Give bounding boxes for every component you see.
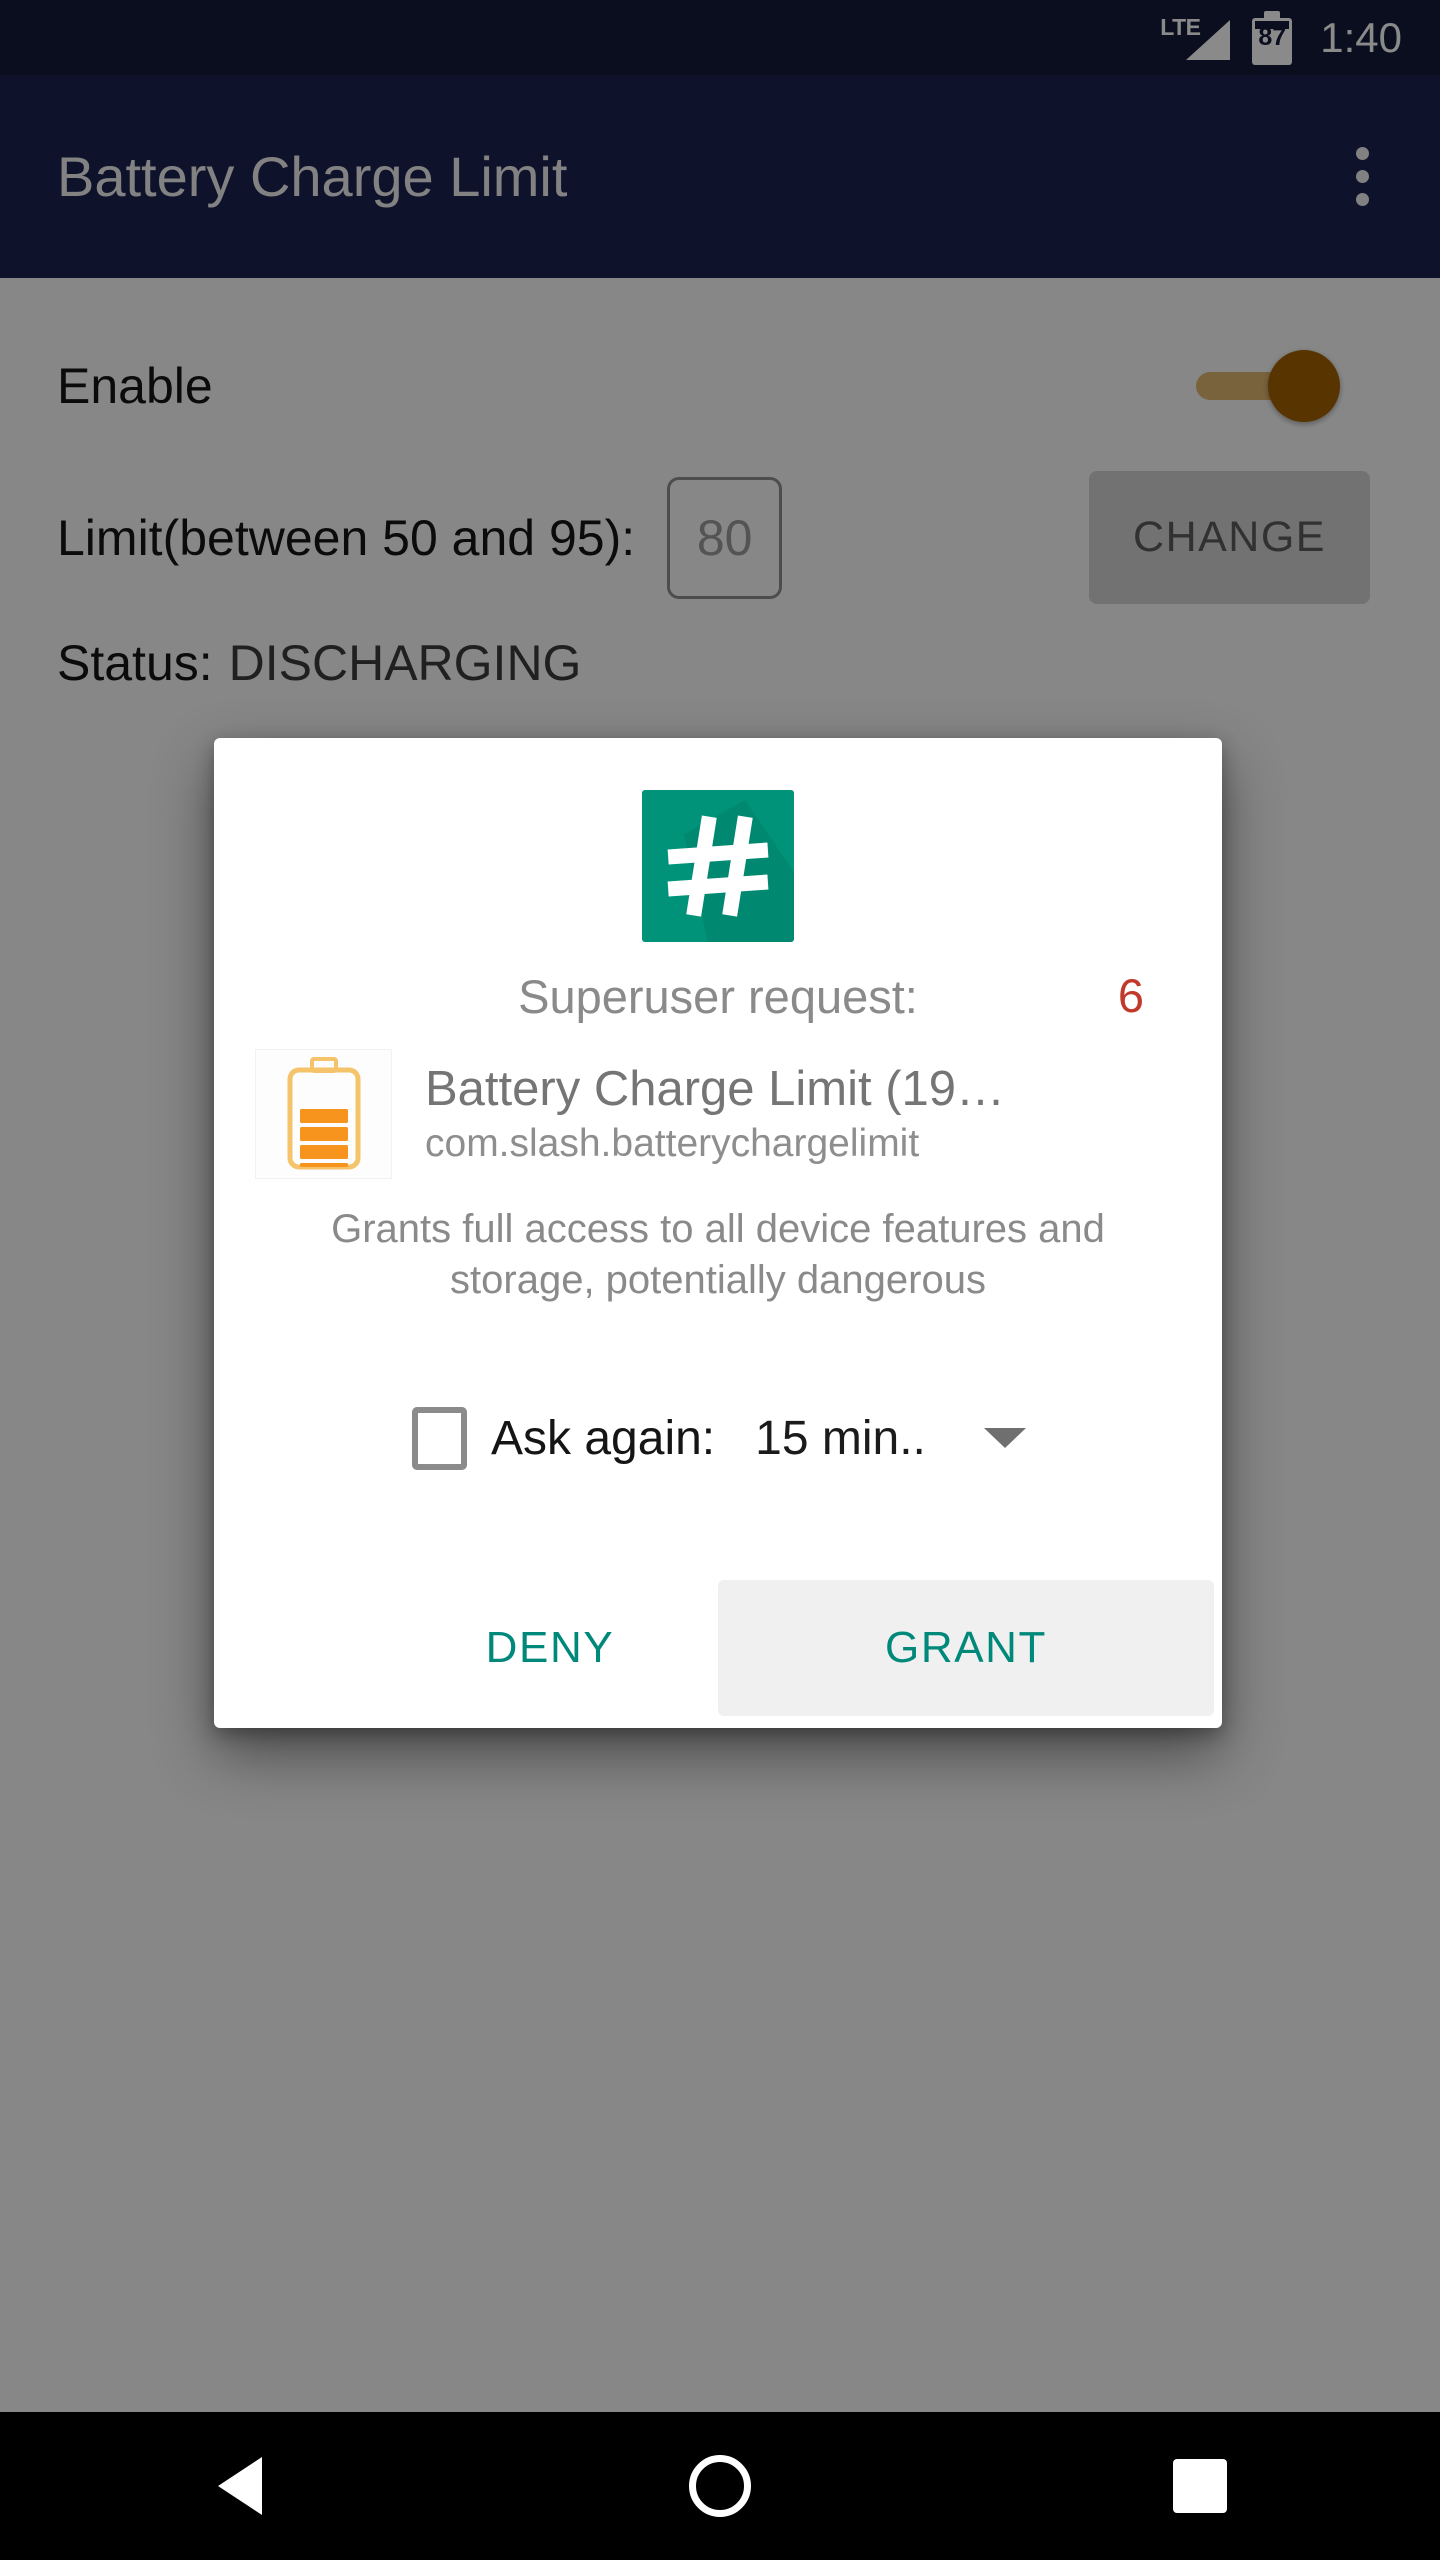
ask-again-label: Ask again: bbox=[491, 1411, 716, 1465]
recents-icon bbox=[1173, 2459, 1227, 2513]
battery-icon bbox=[256, 1050, 391, 1178]
nav-back-button[interactable] bbox=[140, 2412, 340, 2560]
nav-home-button[interactable] bbox=[620, 2412, 820, 2560]
deny-button[interactable]: DENY bbox=[410, 1580, 690, 1716]
chevron-down-icon bbox=[983, 1428, 1026, 1448]
requesting-app-row: Battery Charge Limit (19… com.slash.batt… bbox=[256, 1050, 1186, 1178]
back-icon bbox=[218, 2457, 262, 2515]
grant-button-label: GRANT bbox=[885, 1623, 1047, 1672]
grant-button[interactable]: GRANT bbox=[718, 1580, 1214, 1716]
dialog-actions: DENY GRANT bbox=[214, 1568, 1222, 1728]
request-header: Superuser request: bbox=[214, 960, 1222, 1032]
ask-again-spinner[interactable]: 15 min.. bbox=[755, 1411, 1026, 1466]
hash-icon bbox=[642, 790, 794, 942]
requesting-app-text: Battery Charge Limit (19… com.slash.batt… bbox=[425, 1062, 1186, 1167]
navigation-bar bbox=[0, 2412, 1440, 2560]
nav-recents-button[interactable] bbox=[1100, 2412, 1300, 2560]
app-name: Battery Charge Limit (19… bbox=[425, 1061, 1006, 1116]
ask-again-selected-value: 15 min.. bbox=[755, 1411, 926, 1465]
home-icon bbox=[689, 2455, 751, 2517]
request-label: Superuser request: bbox=[518, 969, 918, 1023]
superuser-request-dialog: Superuser request: 6 Battery Charge Limi… bbox=[214, 738, 1222, 1728]
permission-warning-text: Grants full access to all device feature… bbox=[331, 1207, 1105, 1303]
ask-again-row: Ask again: 15 min.. bbox=[214, 1386, 1222, 1490]
deny-button-label: DENY bbox=[485, 1623, 615, 1672]
countdown-timer: 6 bbox=[1117, 969, 1144, 1022]
ask-again-checkbox[interactable] bbox=[412, 1406, 467, 1470]
app-package-name: com.slash.batterychargelimit bbox=[425, 1122, 920, 1166]
